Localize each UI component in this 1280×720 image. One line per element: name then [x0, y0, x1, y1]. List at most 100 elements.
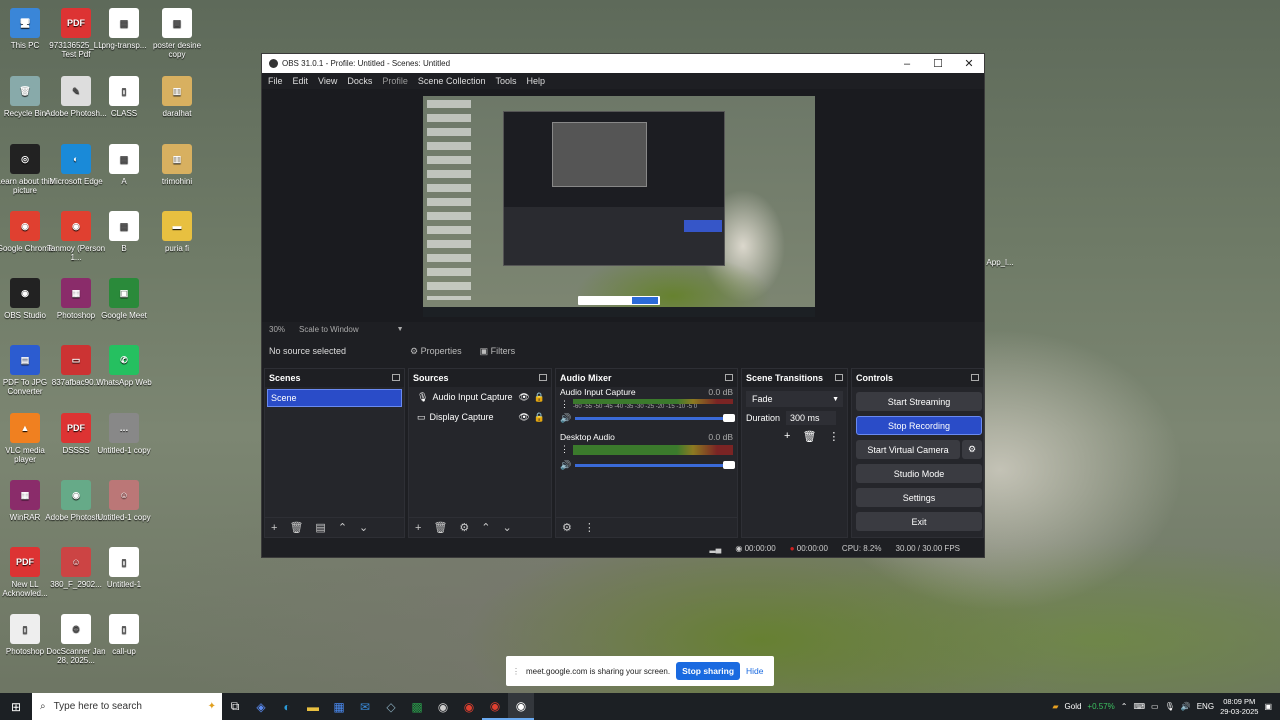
- remove-source-icon[interactable]: 🗑: [433, 521, 447, 534]
- desktop-icon[interactable]: … Untitled-1 copy: [93, 413, 155, 455]
- properties-button[interactable]: ⚙ Properties: [410, 346, 462, 357]
- desktop-icon[interactable]: ▥ trimohini: [146, 144, 208, 186]
- menu-profile[interactable]: Profile: [382, 76, 408, 86]
- kebab-icon[interactable]: ⋮: [828, 430, 839, 443]
- menu-file[interactable]: File: [268, 76, 283, 86]
- chevron-down-icon[interactable]: ▼: [397, 326, 404, 333]
- undock-icon[interactable]: [971, 374, 979, 381]
- undock-icon[interactable]: [392, 374, 400, 381]
- copilot-icon[interactable]: ◈: [248, 693, 274, 720]
- undock-icon[interactable]: [539, 374, 547, 381]
- undock-icon[interactable]: [725, 374, 733, 381]
- app-icon[interactable]: ◇: [378, 693, 404, 720]
- speaker-icon[interactable]: 🔊: [560, 460, 571, 471]
- desktop-app-icon: ▦: [61, 278, 91, 308]
- start-streaming-button[interactable]: Start Streaming: [856, 392, 982, 411]
- volume-icon[interactable]: 🔊: [1181, 702, 1191, 711]
- menu-scene-collection[interactable]: Scene Collection: [418, 76, 486, 86]
- eye-icon[interactable]: 👁: [518, 392, 529, 403]
- network-icon[interactable]: ⌨: [1133, 702, 1145, 711]
- filter-scene-icon[interactable]: ▤: [315, 521, 325, 534]
- mixer-title: Audio Mixer: [560, 373, 612, 383]
- stop-sharing-button[interactable]: Stop sharing: [676, 662, 741, 680]
- store-icon[interactable]: ▦: [326, 693, 352, 720]
- drag-handle-icon[interactable]: ⋮: [512, 667, 520, 676]
- language-indicator[interactable]: ENG: [1197, 702, 1214, 711]
- chrome-icon[interactable]: ◉: [456, 693, 482, 720]
- undock-icon[interactable]: [835, 374, 843, 381]
- hide-button[interactable]: Hide: [746, 666, 763, 676]
- clock[interactable]: 08:09 PM 29-03-2025: [1220, 697, 1258, 717]
- gear-icon[interactable]: ⚙: [562, 521, 572, 534]
- virtual-camera-gear-icon[interactable]: ⚙: [962, 440, 982, 459]
- settings-button[interactable]: Settings: [856, 488, 982, 507]
- remove-transition-icon[interactable]: 🗑: [802, 430, 816, 443]
- chrome-icon[interactable]: ◉: [482, 693, 508, 720]
- remove-scene-icon[interactable]: 🗑: [289, 521, 303, 534]
- transition-select[interactable]: Fade ▼: [746, 391, 843, 407]
- studio-mode-button[interactable]: Studio Mode: [856, 464, 982, 483]
- kebab-icon[interactable]: ⋮: [560, 444, 569, 455]
- task-view-icon[interactable]: ⧉: [222, 693, 248, 720]
- source-item[interactable]: ▭ Display Capture 👁 🔒: [409, 407, 551, 427]
- lock-icon[interactable]: 🔒: [534, 392, 545, 403]
- exit-button[interactable]: Exit: [856, 512, 982, 531]
- preview-canvas[interactable]: [423, 96, 815, 317]
- desktop-icon[interactable]: ▣ poster desine copy: [146, 8, 208, 59]
- menu-help[interactable]: Help: [526, 76, 545, 86]
- kebab-icon[interactable]: ⋮: [560, 399, 569, 410]
- desktop-icon[interactable]: ☺ Untitled-1 copy: [93, 480, 155, 522]
- speaker-icon[interactable]: 🔊: [560, 413, 571, 424]
- file-explorer-icon[interactable]: ▬: [300, 693, 326, 720]
- move-up-icon[interactable]: ⌃: [481, 521, 490, 534]
- add-source-icon[interactable]: +: [415, 522, 421, 534]
- stock-name[interactable]: Gold: [1065, 702, 1082, 711]
- edge-icon[interactable]: ◐: [274, 693, 300, 720]
- desktop-icon[interactable]: ▣ Google Meet: [93, 278, 155, 320]
- preview-area[interactable]: [262, 89, 984, 322]
- obs-titlebar[interactable]: OBS 31.0.1 - Profile: Untitled - Scenes:…: [262, 54, 984, 73]
- eye-icon[interactable]: 👁: [518, 412, 529, 423]
- lock-icon[interactable]: 🔒: [534, 412, 545, 423]
- search-box[interactable]: ⌕ Type here to search ✦: [32, 693, 222, 720]
- desktop-icon[interactable]: ▥ daralhat: [146, 76, 208, 118]
- chevron-up-icon[interactable]: ⌃: [1121, 702, 1128, 711]
- app-icon[interactable]: ◉: [430, 693, 456, 720]
- move-up-icon[interactable]: ⌃: [338, 521, 347, 534]
- move-down-icon[interactable]: ⌄: [503, 521, 512, 534]
- battery-icon[interactable]: ▭: [1151, 702, 1159, 711]
- move-down-icon[interactable]: ⌄: [359, 521, 368, 534]
- duration-input[interactable]: 300 ms: [786, 411, 836, 425]
- menu-edit[interactable]: Edit: [293, 76, 309, 86]
- start-virtual-camera-button[interactable]: Start Virtual Camera: [856, 440, 960, 459]
- windows-start-icon[interactable]: ⊞: [0, 693, 32, 720]
- notification-icon[interactable]: ▣: [1264, 702, 1272, 711]
- filters-button[interactable]: ▣ Filters: [480, 346, 516, 357]
- close-icon[interactable]: ✕: [954, 54, 984, 73]
- excel-icon[interactable]: ▩: [404, 693, 430, 720]
- desktop-icon-label: Untitled-1 copy: [97, 446, 151, 455]
- maximize-icon[interactable]: ☐: [923, 54, 953, 73]
- source-item[interactable]: 🎙 Audio Input Capture 👁 🔒: [409, 387, 551, 407]
- volume-slider[interactable]: [575, 414, 735, 422]
- stop-recording-button[interactable]: Stop Recording: [856, 416, 982, 435]
- scale-select[interactable]: Scale to Window: [299, 325, 359, 334]
- desktop-icon[interactable]: ▯ Untitled-1: [93, 547, 155, 589]
- outlook-icon[interactable]: ✉: [352, 693, 378, 720]
- menu-tools[interactable]: Tools: [495, 76, 516, 86]
- desktop-icon[interactable]: ▯ call-up: [93, 614, 155, 656]
- volume-slider[interactable]: [575, 461, 735, 469]
- scene-item[interactable]: Scene: [267, 389, 402, 407]
- menu-docks[interactable]: Docks: [347, 76, 372, 86]
- add-scene-icon[interactable]: +: [271, 522, 277, 534]
- add-transition-icon[interactable]: +: [784, 430, 790, 443]
- menu-view[interactable]: View: [318, 76, 337, 86]
- minimize-icon[interactable]: –: [892, 54, 922, 73]
- desktop-icon[interactable]: ▬ puria fi: [146, 211, 208, 253]
- source-settings-icon[interactable]: ⚙: [459, 521, 469, 534]
- kebab-icon[interactable]: ⋮: [584, 521, 595, 534]
- desktop-icon[interactable]: ✆ WhatsApp Web: [93, 345, 155, 387]
- microphone-icon[interactable]: 🎙: [1165, 702, 1175, 711]
- obs-icon[interactable]: ◉: [508, 693, 534, 720]
- clock-date: 29-03-2025: [1220, 706, 1259, 716]
